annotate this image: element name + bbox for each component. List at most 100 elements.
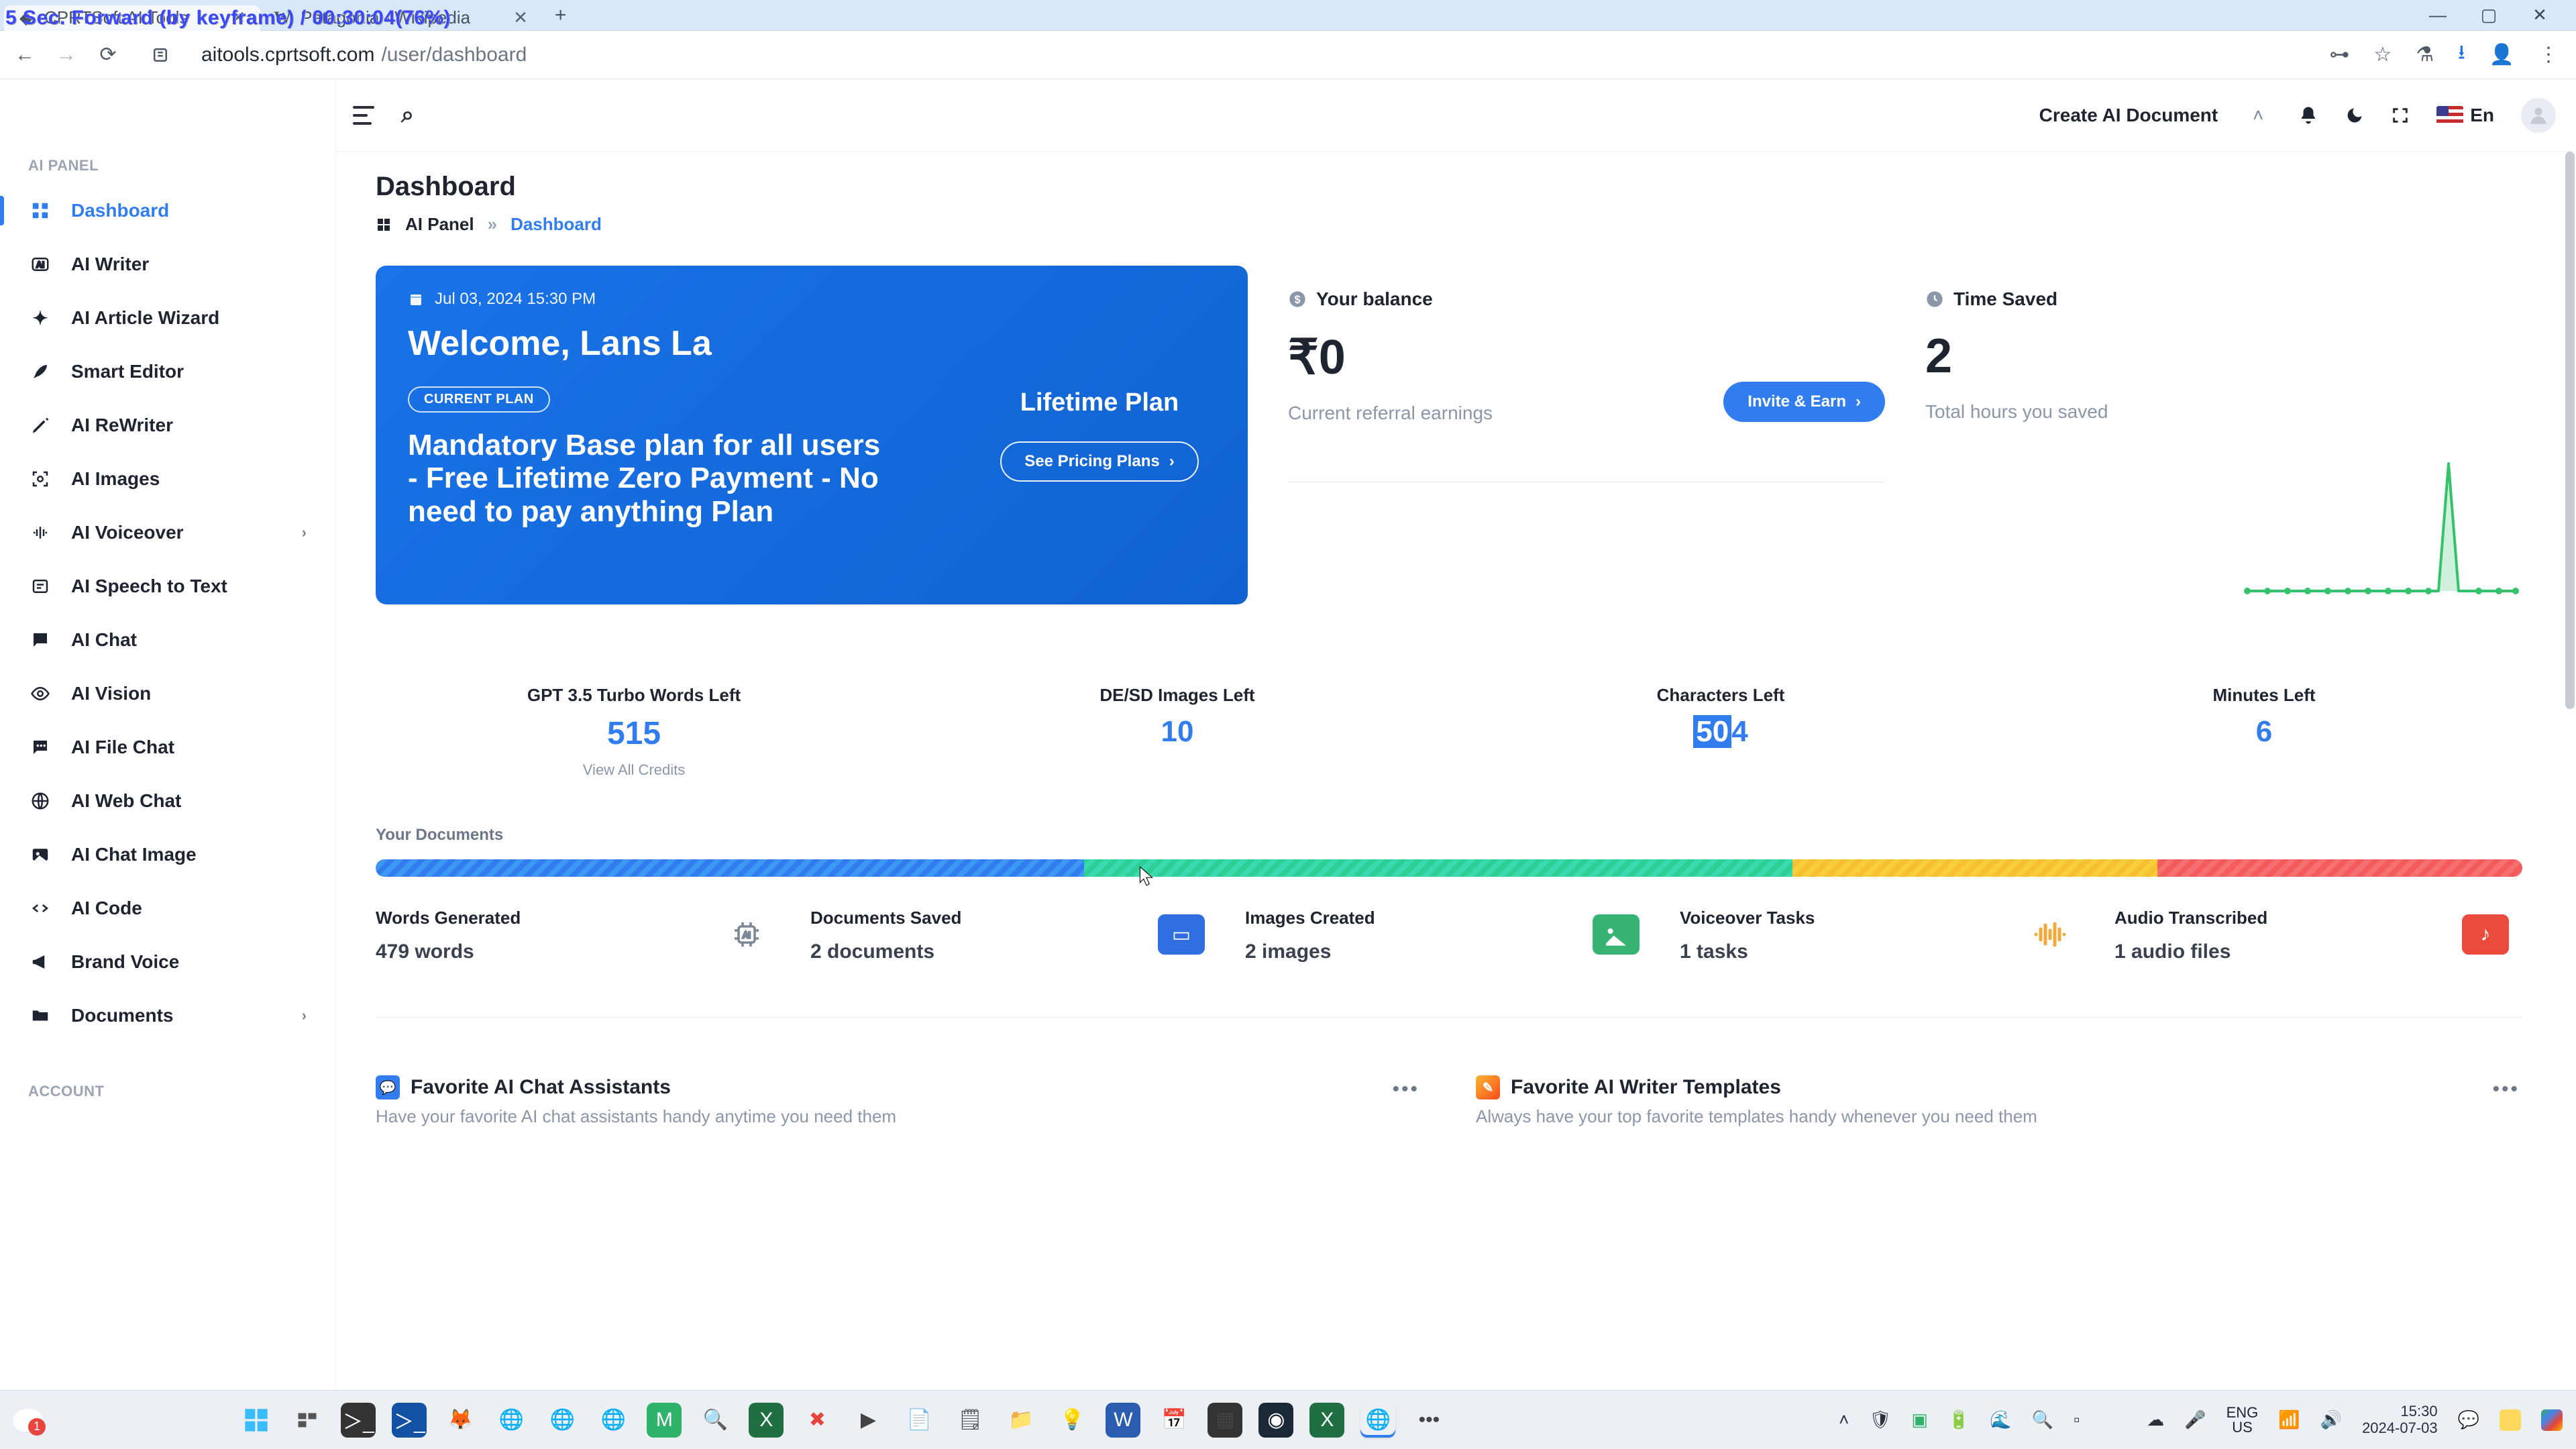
taskbar-steam[interactable]: ◉: [1258, 1403, 1293, 1438]
tray-chip-yellow[interactable]: [2500, 1409, 2521, 1431]
taskbar-chrome-1[interactable]: 🌐: [494, 1403, 529, 1438]
sidebar-item-ai-rewriter[interactable]: AI ReWriter: [0, 398, 335, 452]
profile-icon[interactable]: 👤: [2489, 43, 2514, 66]
tray-app-green-icon[interactable]: ▣: [1911, 1409, 1928, 1430]
more-menu-icon[interactable]: •••: [2492, 1078, 2520, 1101]
taskbar-word[interactable]: W: [1106, 1403, 1140, 1438]
dark-mode-moon-icon[interactable]: [2345, 106, 2364, 125]
tab-close-icon[interactable]: ✕: [509, 7, 532, 28]
tray-cloud-icon[interactable]: ☁: [2147, 1409, 2164, 1430]
browser-menu-icon[interactable]: ⋮: [2538, 43, 2559, 66]
template-icon: ✎: [1476, 1075, 1500, 1099]
taskbar-excel-1[interactable]: X: [749, 1403, 784, 1438]
sidebar-item-documents[interactable]: Documents ›: [0, 989, 335, 1042]
sidebar-item-ai-vision[interactable]: AI Vision: [0, 667, 335, 720]
sidebar-item-dashboard[interactable]: Dashboard: [0, 184, 335, 237]
nav-reload-button[interactable]: ⟳: [97, 43, 119, 66]
tray-volume-icon[interactable]: 🔊: [2320, 1409, 2342, 1430]
taskbar-taskview[interactable]: [290, 1403, 325, 1438]
sidebar-item-ai-article-wizard[interactable]: ✦ AI Article Wizard: [0, 291, 335, 345]
taskbar-explorer[interactable]: 📁: [1004, 1403, 1038, 1438]
taskbar-overflow[interactable]: •••: [1411, 1403, 1446, 1438]
window-minimize-button[interactable]: —: [2424, 5, 2451, 25]
sidebar-item-ai-chat[interactable]: AI Chat: [0, 613, 335, 667]
create-ai-document-link[interactable]: Create AI Document: [2039, 105, 2218, 126]
sidebar-item-ai-writer[interactable]: AI AI Writer: [0, 237, 335, 291]
fullscreen-icon[interactable]: [2391, 106, 2410, 125]
window-close-button[interactable]: ✕: [2526, 5, 2553, 25]
taskbar-app-dark[interactable]: ▦: [1208, 1403, 1242, 1438]
tray-wifi-icon[interactable]: 📶: [2278, 1409, 2300, 1430]
balance-card: $ Your balance ₹0 Current referral earni…: [1288, 266, 1885, 604]
taskbar-x-close[interactable]: ✖: [800, 1403, 835, 1438]
browser-tab-active[interactable]: ◆ CPRTSoft AI Tools ✕: [4, 5, 260, 31]
taskbar-powershell[interactable]: ＞_: [392, 1403, 427, 1438]
tray-mic-icon[interactable]: 🎤: [2184, 1409, 2206, 1430]
sidebar-item-ai-file-chat[interactable]: AI File Chat: [0, 720, 335, 774]
tray-clock[interactable]: 15:30 2024-07-03: [2362, 1403, 2438, 1436]
notifications-bell-icon[interactable]: [2298, 105, 2318, 125]
sidebar-item-smart-editor[interactable]: Smart Editor: [0, 345, 335, 398]
sidebar-item-ai-images[interactable]: AI Images: [0, 452, 335, 506]
tray-chevron-up-icon[interactable]: ˄: [1839, 1409, 1849, 1430]
create-dropdown-caret[interactable]: ˄: [2245, 102, 2271, 129]
search-icon[interactable]: ⌕: [401, 102, 414, 128]
taskbar-weather[interactable]: 1: [13, 1409, 43, 1432]
taskbar-app-c[interactable]: 💡: [1055, 1403, 1089, 1438]
tray-blank-icon[interactable]: ▫: [2074, 1409, 2080, 1430]
progress-segment-red: [2157, 859, 2522, 877]
taskbar-excel-2[interactable]: X: [1309, 1403, 1344, 1438]
menu-toggle-button[interactable]: [353, 106, 374, 125]
browser-tab-inactive[interactable]: W Patagonia - Wikipedia ✕: [260, 5, 543, 31]
tray-battery-icon[interactable]: 🔋: [1948, 1409, 1970, 1430]
new-tab-button[interactable]: +: [543, 4, 579, 27]
breadcrumb-root[interactable]: AI Panel: [405, 214, 474, 235]
invite-earn-button[interactable]: Invite & Earn ›: [1723, 382, 1885, 422]
nav-forward-button[interactable]: →: [55, 44, 78, 66]
taskbar-terminal[interactable]: ＞_: [341, 1403, 376, 1438]
taskbar-notepad[interactable]: 📄: [902, 1403, 936, 1438]
more-menu-icon[interactable]: •••: [1392, 1078, 1419, 1101]
scrollbar-thumb[interactable]: [2565, 152, 2575, 709]
tray-language[interactable]: ENG US: [2226, 1405, 2259, 1435]
see-pricing-plans-button[interactable]: See Pricing Plans ›: [1000, 441, 1198, 482]
bookmark-star-icon[interactable]: ☆: [2373, 43, 2392, 66]
tray-notifications-icon[interactable]: 💬: [2458, 1409, 2479, 1430]
sidebar-item-ai-code[interactable]: AI Code: [0, 881, 335, 935]
taskbar-start[interactable]: [239, 1403, 274, 1438]
labs-flask-icon[interactable]: ⚗: [2416, 43, 2434, 66]
taskbar-everything[interactable]: 🔍: [698, 1403, 733, 1438]
sidebar-item-label: AI Article Wizard: [71, 307, 219, 329]
downloads-icon[interactable]: ⭳: [2458, 38, 2465, 72]
tray-search-icon[interactable]: 🔍: [2032, 1409, 2053, 1430]
user-avatar[interactable]: [2521, 98, 2556, 133]
page-scrollbar[interactable]: [2564, 152, 2576, 1390]
taskbar-app-green[interactable]: M: [647, 1403, 682, 1438]
taskbar-app-a[interactable]: ▶: [851, 1403, 885, 1438]
sidebar-item-ai-voiceover[interactable]: AI Voiceover ›: [0, 506, 335, 559]
sidebar-item-ai-chat-image[interactable]: AI Chat Image: [0, 828, 335, 881]
sidebar-item-ai-web-chat[interactable]: AI Web Chat: [0, 774, 335, 828]
taskbar-calendar[interactable]: 📅: [1157, 1403, 1191, 1438]
url-field[interactable]: aitools.cprtsoft.com/user/dashboard: [201, 44, 527, 66]
sidebar-item-label: Smart Editor: [71, 361, 184, 382]
taskbar-app-b[interactable]: 🗒: [953, 1403, 987, 1438]
site-info-icon[interactable]: [150, 45, 173, 65]
sidebar-item-ai-speech-to-text[interactable]: AI Speech to Text: [0, 559, 335, 613]
sidebar-item-brand-voice[interactable]: Brand Voice: [0, 935, 335, 989]
nav-back-button[interactable]: ←: [13, 44, 36, 66]
taskbar-chrome-3[interactable]: 🌐: [596, 1403, 631, 1438]
password-key-icon[interactable]: ⊶: [2329, 43, 2349, 66]
language-switcher[interactable]: En: [2436, 105, 2494, 126]
tray-edge-icon[interactable]: 🌊: [1990, 1409, 2011, 1430]
view-all-credits-link[interactable]: View All Credits: [376, 761, 892, 779]
taskbar-chrome-active[interactable]: 🌐: [1360, 1403, 1395, 1438]
plan-name: Mandatory Base plan for all users - Free…: [408, 429, 891, 528]
breadcrumb-leaf[interactable]: Dashboard: [511, 214, 602, 235]
window-maximize-button[interactable]: ▢: [2475, 5, 2502, 25]
tab-close-icon[interactable]: ✕: [227, 7, 250, 28]
tray-chip-multicolor[interactable]: [2541, 1409, 2563, 1431]
tray-shield-icon[interactable]: 🛡: [1869, 1409, 1891, 1430]
taskbar-firefox[interactable]: 🦊: [443, 1403, 478, 1438]
taskbar-chrome-2[interactable]: 🌐: [545, 1403, 580, 1438]
